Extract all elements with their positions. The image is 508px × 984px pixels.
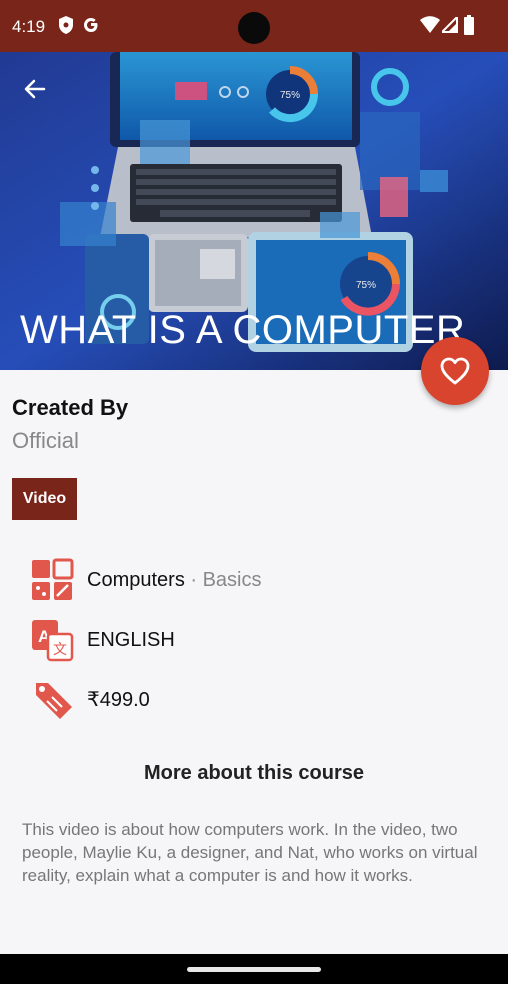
back-arrow-icon[interactable]	[20, 74, 50, 104]
camera-cutout	[238, 12, 270, 44]
battery-icon	[464, 15, 474, 35]
course-hero-image: 75% 75% WHAT IS A COMPUTER	[0, 52, 508, 370]
status-time: 4:19	[12, 17, 46, 36]
wifi-icon	[420, 16, 440, 33]
subcategory-text: Basics	[202, 568, 262, 591]
more-about-heading: More about this course	[143, 762, 365, 784]
created-by-label: Created By	[12, 395, 129, 420]
course-title: WHAT IS A COMPUTER	[20, 308, 466, 352]
shield-icon	[59, 16, 73, 34]
google-icon	[84, 18, 98, 32]
status-bar: 4:19	[0, 0, 508, 52]
language-text: ENGLISH	[87, 628, 175, 651]
cell-signal-icon	[442, 17, 458, 33]
home-gesture-handle[interactable]	[187, 967, 321, 972]
navigation-bar	[0, 954, 508, 984]
category-row: Computers · Basics	[30, 558, 262, 602]
language-row: A 文 ENGLISH	[30, 618, 175, 662]
category-grid-icon	[32, 558, 74, 600]
creator-name: Official	[12, 428, 79, 453]
course-description: This video is about how computers work. …	[22, 820, 478, 885]
favorite-button[interactable]	[421, 337, 489, 405]
price-row: ₹499.0	[30, 677, 150, 721]
category-separator: ·	[184, 568, 203, 591]
price-text: ₹499.0	[87, 688, 150, 711]
category-text: Computers	[87, 568, 185, 591]
svg-text:文: 文	[53, 642, 67, 658]
heart-icon	[440, 357, 470, 385]
translate-icon: A 文	[32, 620, 74, 662]
price-tag-icon	[36, 683, 72, 719]
type-badge: Video	[12, 478, 77, 520]
